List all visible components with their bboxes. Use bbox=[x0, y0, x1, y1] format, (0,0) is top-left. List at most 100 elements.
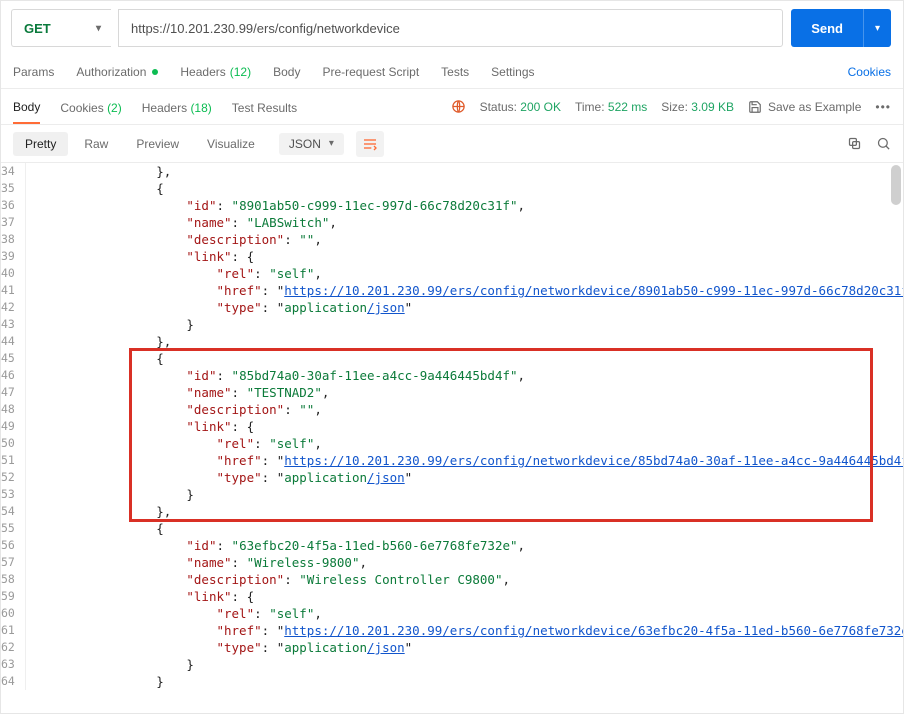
time-value: 522 ms bbox=[608, 100, 647, 114]
http-method-select[interactable]: GET ▾ bbox=[11, 9, 111, 47]
code-line: } bbox=[25, 673, 903, 690]
code-line: "link": { bbox=[25, 588, 903, 605]
search-icon[interactable] bbox=[876, 136, 891, 151]
code-line: "type": "application/json" bbox=[25, 639, 903, 656]
tab-body[interactable]: Body bbox=[273, 65, 300, 79]
code-line: "type": "application/json" bbox=[25, 469, 903, 486]
code-line: } bbox=[25, 656, 903, 673]
language-select[interactable]: JSON ▾ bbox=[279, 133, 344, 155]
size-value: 3.09 KB bbox=[691, 100, 734, 114]
tab-tests[interactable]: Tests bbox=[441, 65, 469, 79]
send-button[interactable]: Send bbox=[791, 9, 863, 47]
save-as-example-label: Save as Example bbox=[768, 100, 861, 114]
code-line: "name": "TESTNAD2", bbox=[25, 384, 903, 401]
code-line: "id": "63efbc20-4f5a-11ed-b560-6e7768fe7… bbox=[25, 537, 903, 554]
resp-tab-cookies[interactable]: Cookies (2) bbox=[60, 91, 121, 123]
line-number: 40 bbox=[1, 265, 25, 282]
line-number: 61 bbox=[1, 622, 25, 639]
line-number: 60 bbox=[1, 605, 25, 622]
status-label: Status: bbox=[480, 100, 517, 114]
line-number: 34 bbox=[1, 163, 25, 180]
tab-headers[interactable]: Headers (12) bbox=[180, 65, 251, 79]
tab-authorization-label: Authorization bbox=[76, 65, 146, 79]
line-number: 52 bbox=[1, 469, 25, 486]
code-line: } bbox=[25, 316, 903, 333]
response-body-viewer[interactable]: 34 },35 {36 "id": "8901ab50-c999-11ec-99… bbox=[1, 163, 903, 721]
status-code: 200 OK bbox=[520, 100, 561, 114]
line-number: 53 bbox=[1, 486, 25, 503]
resp-tab-cookies-label: Cookies bbox=[60, 101, 103, 115]
line-number: 49 bbox=[1, 418, 25, 435]
chevron-down-icon: ▾ bbox=[96, 23, 101, 34]
code-line: "rel": "self", bbox=[25, 435, 903, 452]
send-split-button[interactable]: ▾ bbox=[863, 9, 891, 47]
line-number: 63 bbox=[1, 656, 25, 673]
more-icon[interactable]: ••• bbox=[875, 100, 891, 114]
format-visualize-button[interactable]: Visualize bbox=[195, 132, 267, 156]
wrap-lines-button[interactable] bbox=[356, 131, 384, 157]
code-line: "rel": "self", bbox=[25, 605, 903, 622]
code-line: "name": "LABSwitch", bbox=[25, 214, 903, 231]
line-number: 43 bbox=[1, 316, 25, 333]
tab-headers-count: (12) bbox=[230, 65, 251, 79]
size-label: Size: bbox=[661, 100, 688, 114]
time-label: Time: bbox=[575, 100, 605, 114]
tab-headers-label: Headers bbox=[180, 65, 225, 79]
line-number: 50 bbox=[1, 435, 25, 452]
code-line: "link": { bbox=[25, 418, 903, 435]
line-number: 62 bbox=[1, 639, 25, 656]
format-raw-button[interactable]: Raw bbox=[72, 132, 120, 156]
code-line: "name": "Wireless-9800", bbox=[25, 554, 903, 571]
code-line: "description": "Wireless Controller C980… bbox=[25, 571, 903, 588]
code-line: }, bbox=[25, 163, 903, 180]
line-number: 64 bbox=[1, 673, 25, 690]
resp-tab-body[interactable]: Body bbox=[13, 90, 40, 124]
time-block: Time: 522 ms bbox=[575, 100, 647, 114]
code-line: "href": "https://10.201.230.99/ers/confi… bbox=[25, 282, 903, 299]
url-input[interactable] bbox=[118, 9, 783, 47]
code-line: }, bbox=[25, 333, 903, 350]
line-number: 39 bbox=[1, 248, 25, 265]
code-line: "link": { bbox=[25, 248, 903, 265]
resp-tab-headers-label: Headers bbox=[142, 101, 187, 115]
status-block: Status: 200 OK bbox=[480, 100, 561, 114]
code-line: "type": "application/json" bbox=[25, 299, 903, 316]
code-line: { bbox=[25, 520, 903, 537]
tab-settings[interactable]: Settings bbox=[491, 65, 534, 79]
code-line: } bbox=[25, 486, 903, 503]
chevron-down-icon: ▾ bbox=[875, 23, 880, 34]
chevron-down-icon: ▾ bbox=[329, 138, 334, 149]
tab-params[interactable]: Params bbox=[13, 65, 54, 79]
line-number: 57 bbox=[1, 554, 25, 571]
code-line: { bbox=[25, 350, 903, 367]
line-number: 58 bbox=[1, 571, 25, 588]
http-method-value: GET bbox=[24, 21, 51, 36]
code-line: "description": "", bbox=[25, 231, 903, 248]
line-number: 59 bbox=[1, 588, 25, 605]
line-number: 37 bbox=[1, 214, 25, 231]
save-as-example-button[interactable]: Save as Example bbox=[748, 100, 861, 114]
line-number: 36 bbox=[1, 197, 25, 214]
network-icon[interactable] bbox=[451, 99, 466, 114]
line-number: 46 bbox=[1, 367, 25, 384]
format-pretty-button[interactable]: Pretty bbox=[13, 132, 68, 156]
format-preview-button[interactable]: Preview bbox=[124, 132, 191, 156]
line-number: 38 bbox=[1, 231, 25, 248]
code-line: "href": "https://10.201.230.99/ers/confi… bbox=[25, 622, 903, 639]
cookies-link[interactable]: Cookies bbox=[848, 65, 891, 79]
code-line: "id": "8901ab50-c999-11ec-997d-66c78d20c… bbox=[25, 197, 903, 214]
tab-authorization[interactable]: Authorization bbox=[76, 65, 158, 79]
code-line: "href": "https://10.201.230.99/ers/confi… bbox=[25, 452, 903, 469]
language-value: JSON bbox=[289, 137, 321, 151]
line-number: 47 bbox=[1, 384, 25, 401]
tab-prerequest[interactable]: Pre-request Script bbox=[322, 65, 419, 79]
line-number: 35 bbox=[1, 180, 25, 197]
code-line: }, bbox=[25, 503, 903, 520]
line-number: 42 bbox=[1, 299, 25, 316]
copy-icon[interactable] bbox=[847, 136, 862, 151]
line-number: 48 bbox=[1, 401, 25, 418]
resp-tab-cookies-count: (2) bbox=[107, 101, 122, 115]
line-number: 51 bbox=[1, 452, 25, 469]
resp-tab-headers[interactable]: Headers (18) bbox=[142, 91, 212, 123]
resp-tab-tests[interactable]: Test Results bbox=[232, 91, 297, 123]
